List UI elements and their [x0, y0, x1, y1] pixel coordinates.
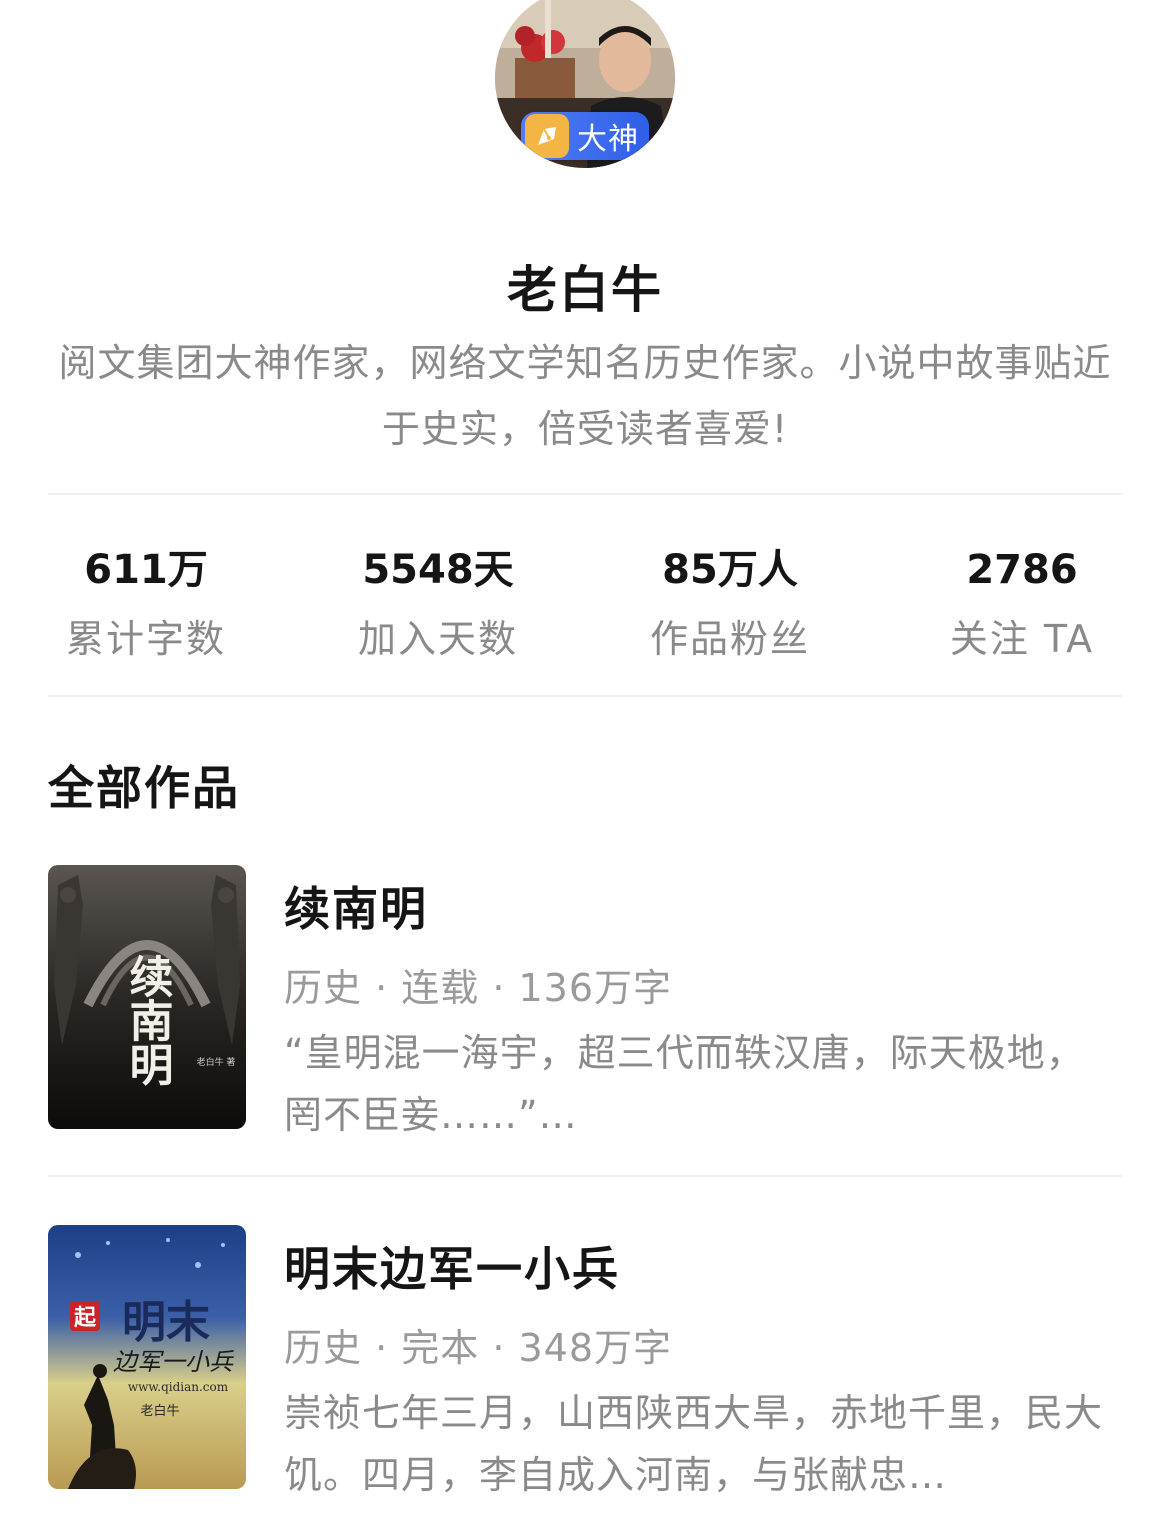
- avatar[interactable]: 大神: [495, 0, 675, 168]
- book-description: “皇明混一海宇，超三代而轶汉唐，际天极地，罔不臣妾……”…: [284, 1031, 1085, 1137]
- divider: [48, 1175, 1122, 1177]
- stat-label: 关注 TA: [949, 617, 1095, 661]
- cover-author: 老白牛: [140, 1403, 179, 1419]
- divider: [48, 695, 1122, 697]
- cover-subtitle: 边军一小兵: [113, 1348, 234, 1376]
- stat-label: 累计字数: [65, 617, 226, 661]
- author-bio: 阅文集团大神作家，网络文学知名历史作家。小说中故事贴近于史实，倍受读者喜爱!: [58, 341, 1112, 451]
- book-info: 续南明 历史 · 连载 · 136万字 “皇明混一海宇，超三代而轶汉唐，际天极地…: [284, 865, 1122, 1146]
- book-item[interactable]: 续南明 老白牛 著 续南明 历史 · 连载 · 136万字 “皇明混一海宇，超三…: [48, 865, 1122, 1137]
- divider: [48, 493, 1122, 495]
- author-name: 老白牛: [507, 261, 663, 319]
- stat-value: 85万人: [662, 547, 798, 593]
- cover-site: www.qidian.com: [128, 1380, 229, 1394]
- stat-join-days: 5548天 加入天数: [292, 540, 584, 663]
- book-meta: 历史 · 完本 · 348万字: [284, 1326, 673, 1370]
- stat-following[interactable]: 2786 关注 TA: [876, 540, 1168, 663]
- cover-badge: 起: [73, 1306, 97, 1331]
- book-cover[interactable]: 起 明末 边军一小兵 www.qidian.com 老白牛: [48, 1225, 246, 1489]
- badge-label: 大神: [577, 122, 639, 157]
- stat-label: 作品粉丝: [649, 617, 810, 661]
- book-title[interactable]: 续南明: [284, 873, 1122, 939]
- book-meta: 历史 · 连载 · 136万字: [284, 966, 673, 1010]
- stat-fans[interactable]: 85万人 作品粉丝: [584, 540, 876, 663]
- stat-label: 加入天数: [357, 617, 518, 661]
- book-item[interactable]: 起 明末 边军一小兵 www.qidian.com 老白牛 明末边军一小兵 历史…: [48, 1225, 1122, 1497]
- stat-value: 5548天: [362, 547, 514, 593]
- book-title[interactable]: 明末边军一小兵: [284, 1233, 1122, 1299]
- author-avatar-container[interactable]: 大神: [495, 0, 675, 168]
- great-god-badge: 大神: [521, 112, 649, 160]
- author-stats: 611万 累计字数 5548天 加入天数 85万人 作品粉丝 2786 关注 T…: [0, 540, 1170, 663]
- cover-title: 续南明: [122, 954, 174, 1086]
- book-description: 崇祯七年三月，山西陕西大旱，赤地千里，民大饥。四月，李自成入河南，与张献忠…: [284, 1391, 1104, 1497]
- stat-value: 2786: [966, 547, 1078, 593]
- section-title-all-works: 全部作品: [48, 761, 240, 815]
- stat-value: 611万: [84, 547, 208, 593]
- cover-title: 明末: [122, 1297, 210, 1348]
- pen-icon: [525, 114, 569, 158]
- cover-author: 老白牛 著: [197, 1056, 236, 1068]
- book-info: 明末边军一小兵 历史 · 完本 · 348万字 崇祯七年三月，山西陕西大旱，赤地…: [284, 1225, 1122, 1506]
- stat-total-words: 611万 累计字数: [0, 540, 292, 663]
- book-cover[interactable]: 续南明 老白牛 著: [48, 865, 246, 1129]
